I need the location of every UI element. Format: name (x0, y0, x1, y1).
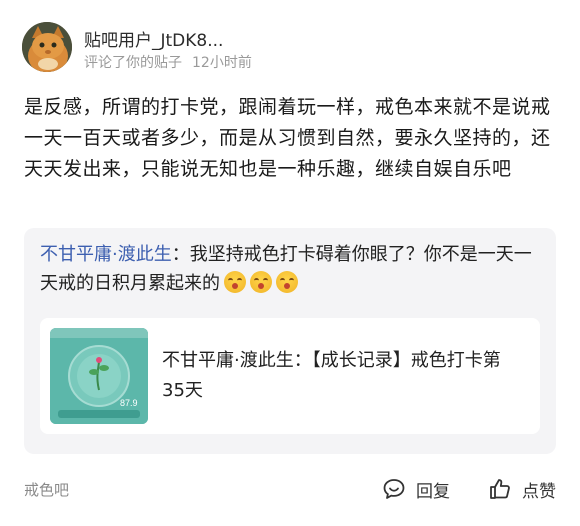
app-screenshot-image: 87.9 (50, 328, 148, 424)
laugh-cry-emoji-icon (224, 271, 246, 293)
thumb-value: 87.9 (120, 398, 138, 408)
post-thumbnail: 87.9 (50, 328, 148, 424)
quoted-post[interactable]: 不甘平庸·渡此生：我坚持戒色打卡碍着你眼了？你不是一天一天戒的日积月累起来的 8… (24, 228, 556, 454)
like-label: 点赞 (522, 481, 556, 502)
comment-bubble-icon (383, 479, 405, 499)
laugh-cry-emoji-icon (276, 271, 298, 293)
cat-avatar-image (22, 22, 72, 72)
card-separator: ： (293, 350, 312, 371)
username[interactable]: 贴吧用户_JtDK8... (84, 26, 223, 51)
like-button[interactable]: 点赞 (488, 476, 556, 502)
user-avatar[interactable] (22, 22, 72, 72)
reply-label: 回复 (416, 481, 450, 502)
card-title-block: 不甘平庸·渡此生：【成长记录】戒色打卡第35天 (162, 346, 522, 406)
quote-author[interactable]: 不甘平庸·渡此生 (40, 244, 172, 265)
forum-name[interactable]: 戒色吧 (24, 479, 69, 500)
card-author: 不甘平庸·渡此生 (162, 350, 294, 371)
quote-separator: ： (171, 244, 190, 265)
original-post-card[interactable]: 87.9 不甘平庸·渡此生：【成长记录】戒色打卡第35天 (40, 318, 540, 434)
post-header: 贴吧用户_JtDK8... 评论了你的贴子 12小时前 (22, 22, 562, 74)
action-text: 评论了你的贴子 (84, 55, 182, 71)
reply-button[interactable]: 回复 (382, 476, 450, 502)
comment-content: 是反感，所谓的打卡党，跟闹着玩一样，戒色本来就不是说戒一天一百天或者多少，而是从… (24, 96, 551, 180)
thumbs-up-icon (490, 479, 510, 499)
post-meta: 评论了你的贴子 12小时前 (84, 52, 252, 72)
timestamp: 12小时前 (192, 55, 252, 71)
laugh-cry-emoji-icon (250, 271, 272, 293)
post-footer: 戒色吧 回复 点赞 (24, 476, 558, 502)
quote-text-block: 不甘平庸·渡此生：我坚持戒色打卡碍着你眼了？你不是一天一天戒的日积月累起来的 (40, 240, 546, 298)
